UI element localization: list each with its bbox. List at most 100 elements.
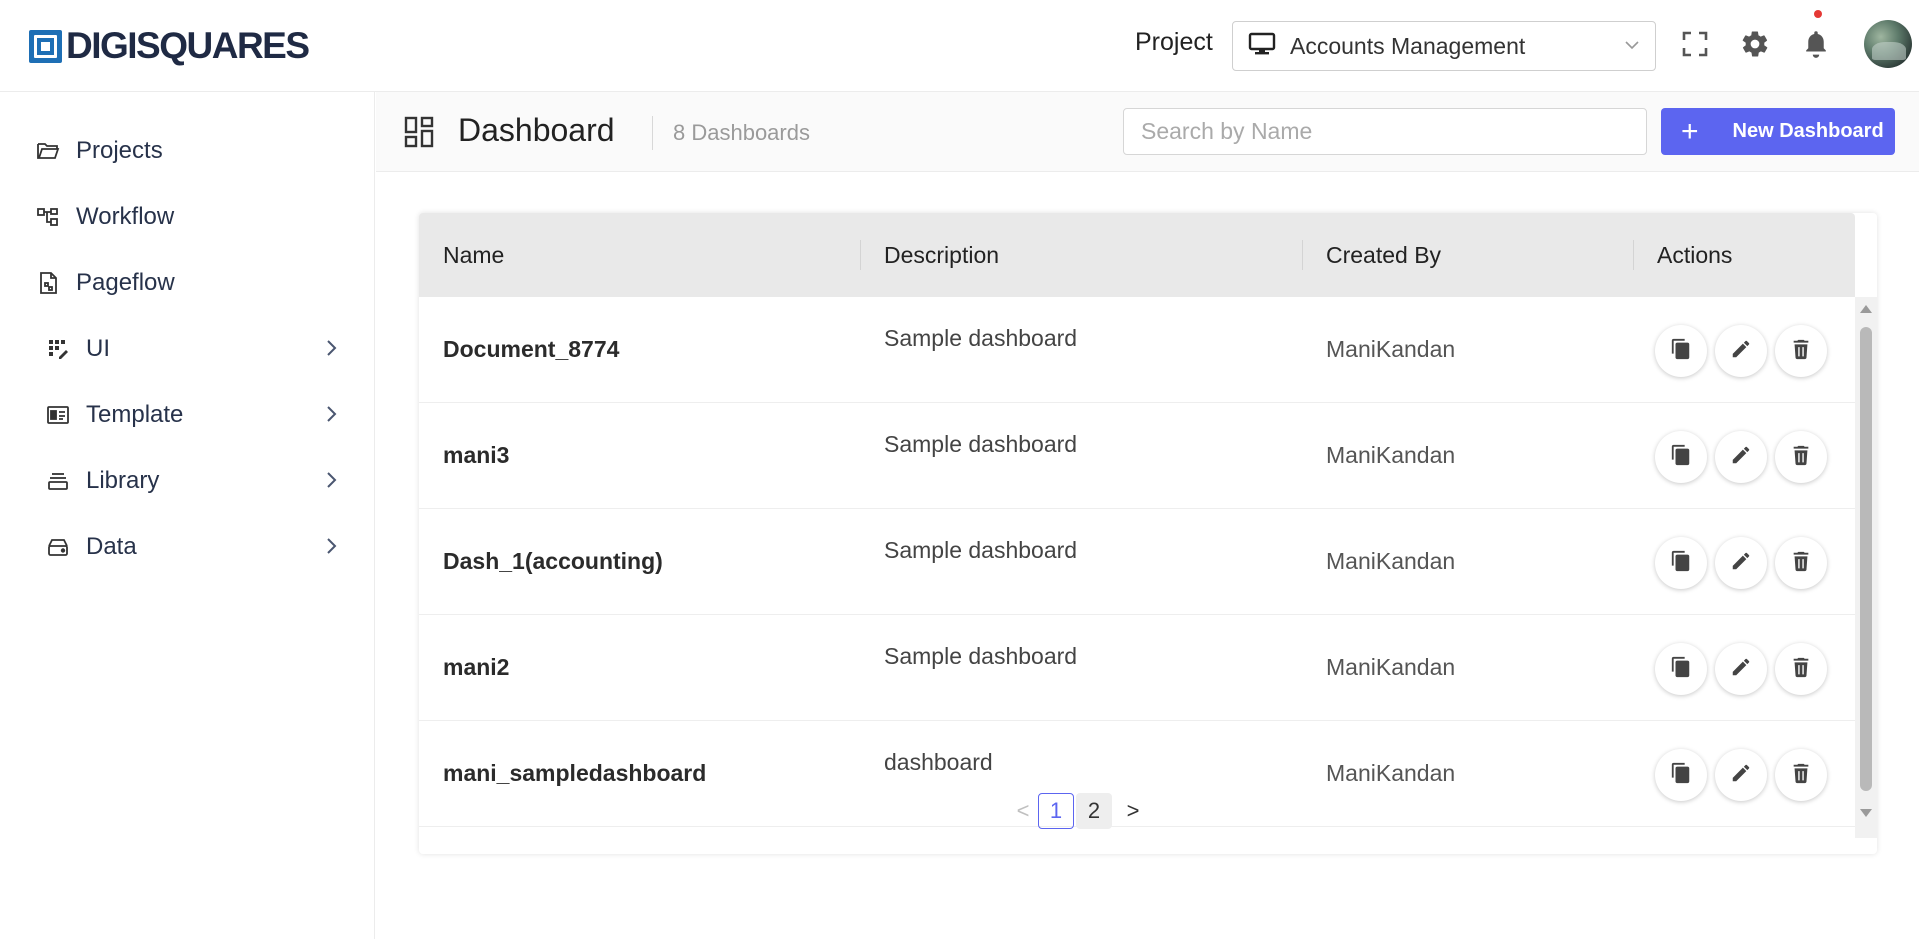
row-name[interactable]: Dash_1(accounting) bbox=[443, 548, 663, 575]
sidebar-item-label: Projects bbox=[76, 137, 163, 164]
table-row[interactable]: mani3 Sample dashboard ManiKandan bbox=[419, 403, 1855, 509]
row-created-by: ManiKandan bbox=[1326, 760, 1456, 786]
sidebar-item-template[interactable]: Template bbox=[36, 395, 338, 435]
sidebar-item-label: Library bbox=[86, 467, 160, 494]
top-header: DIGISQUARES Project Accounts Management bbox=[0, 0, 1919, 92]
copy-button[interactable] bbox=[1655, 749, 1707, 801]
delete-button[interactable] bbox=[1775, 749, 1827, 801]
dashboard-count: 8 Dashboards bbox=[673, 120, 810, 145]
trash-icon bbox=[1790, 762, 1812, 789]
chevron-right-icon bbox=[324, 536, 338, 561]
edit-button[interactable] bbox=[1715, 431, 1767, 483]
pencil-icon bbox=[1730, 656, 1752, 683]
edit-button[interactable] bbox=[1715, 643, 1767, 695]
pencil-icon bbox=[1730, 338, 1752, 365]
copy-button[interactable] bbox=[1655, 431, 1707, 483]
bell-icon[interactable] bbox=[1798, 26, 1834, 62]
scroll-up-arrow-icon[interactable] bbox=[1860, 305, 1872, 313]
row-created-by: ManiKandan bbox=[1326, 442, 1456, 468]
sidebar-item-label: Pageflow bbox=[76, 269, 175, 296]
delete-button[interactable] bbox=[1775, 643, 1827, 695]
copy-icon bbox=[1670, 656, 1692, 683]
column-header-actions: Actions bbox=[1657, 242, 1733, 268]
trash-icon bbox=[1790, 656, 1812, 683]
edit-button[interactable] bbox=[1715, 749, 1767, 801]
delete-button[interactable] bbox=[1775, 431, 1827, 483]
copy-icon bbox=[1670, 338, 1692, 365]
logo-mark-icon bbox=[29, 29, 62, 63]
copy-button[interactable] bbox=[1655, 325, 1707, 377]
chevron-down-icon bbox=[1623, 36, 1641, 59]
sidebar-item-label: UI bbox=[86, 335, 110, 362]
edit-button[interactable] bbox=[1715, 325, 1767, 377]
row-name[interactable]: mani_sampledashboard bbox=[443, 760, 706, 787]
project-label: Project bbox=[1135, 28, 1213, 56]
logo-text: DIGISQUARES bbox=[66, 25, 310, 66]
chevron-right-icon bbox=[324, 404, 338, 429]
page-toolbar: Dashboard 8 Dashboards + New Dashboard bbox=[376, 92, 1919, 172]
new-dashboard-button[interactable]: + New Dashboard bbox=[1661, 108, 1895, 155]
pagination-page-1[interactable]: 1 bbox=[1038, 793, 1074, 829]
table-header: Name Description Created By Actions bbox=[419, 213, 1855, 297]
row-name[interactable]: Document_8774 bbox=[443, 336, 619, 363]
sidebar-item-label: Template bbox=[86, 401, 184, 428]
delete-button[interactable] bbox=[1775, 537, 1827, 589]
sidebar: Projects Workflow Pageflow UI Template L… bbox=[0, 92, 375, 939]
pencil-icon bbox=[1730, 762, 1752, 789]
sidebar-item-label: Data bbox=[86, 533, 137, 560]
column-separator bbox=[1302, 240, 1303, 270]
avatar[interactable] bbox=[1864, 20, 1912, 68]
sidebar-item-workflow[interactable]: Workflow bbox=[36, 197, 336, 237]
app-logo[interactable]: DIGISQUARES bbox=[29, 25, 310, 66]
row-description: Sample dashboard bbox=[884, 537, 1078, 563]
sidebar-item-pageflow[interactable]: Pageflow bbox=[36, 263, 336, 303]
library-icon bbox=[46, 469, 70, 493]
copy-button[interactable] bbox=[1655, 643, 1707, 695]
trash-icon bbox=[1790, 444, 1812, 471]
row-name[interactable]: mani3 bbox=[443, 442, 509, 469]
scroll-down-arrow-icon[interactable] bbox=[1860, 809, 1872, 817]
scrollbar-thumb[interactable] bbox=[1860, 327, 1872, 791]
table-row[interactable]: Document_8774 Sample dashboard ManiKandan bbox=[419, 297, 1855, 403]
dashboard-icon bbox=[404, 116, 434, 153]
row-created-by: ManiKandan bbox=[1326, 654, 1456, 680]
pagination-next-button[interactable]: > bbox=[1119, 798, 1147, 824]
sidebar-item-library[interactable]: Library bbox=[36, 461, 338, 501]
pagination: < 1 2 > bbox=[1009, 793, 1147, 829]
search-input[interactable] bbox=[1123, 108, 1647, 155]
column-header-created-by: Created By bbox=[1326, 242, 1442, 268]
pencil-icon bbox=[1730, 550, 1752, 577]
row-name[interactable]: mani2 bbox=[443, 654, 509, 681]
delete-button[interactable] bbox=[1775, 325, 1827, 377]
table-row[interactable]: mani2 Sample dashboard ManiKandan bbox=[419, 615, 1855, 721]
plus-icon: + bbox=[1681, 114, 1699, 148]
fullscreen-icon[interactable] bbox=[1677, 26, 1713, 62]
pagination-page-2[interactable]: 2 bbox=[1076, 793, 1112, 829]
new-dashboard-label: New Dashboard bbox=[1732, 120, 1884, 142]
row-description: Sample dashboard bbox=[884, 325, 1078, 351]
project-select[interactable]: Accounts Management bbox=[1232, 21, 1656, 71]
pageflow-icon bbox=[36, 271, 60, 295]
table-row[interactable]: Dash_1(accounting) Sample dashboard ManiKa… bbox=[419, 509, 1855, 615]
copy-icon bbox=[1670, 762, 1692, 789]
chevron-right-icon bbox=[324, 470, 338, 495]
dashboard-table: Name Description Created By Actions Docu… bbox=[419, 213, 1877, 854]
folder-icon bbox=[36, 139, 60, 163]
column-separator bbox=[1633, 240, 1634, 270]
column-header-description: Description bbox=[884, 242, 1000, 268]
copy-button[interactable] bbox=[1655, 537, 1707, 589]
sidebar-item-data[interactable]: Data bbox=[36, 527, 338, 567]
pagination-prev-button[interactable]: < bbox=[1009, 798, 1037, 824]
trash-icon bbox=[1790, 338, 1812, 365]
edit-button[interactable] bbox=[1715, 537, 1767, 589]
trash-icon bbox=[1790, 550, 1812, 577]
gear-icon[interactable] bbox=[1737, 26, 1773, 62]
row-description: Sample dashboard bbox=[884, 431, 1078, 457]
monitor-icon bbox=[1248, 32, 1276, 61]
row-created-by: ManiKandan bbox=[1326, 336, 1456, 362]
ui-grid-icon bbox=[46, 337, 70, 361]
sidebar-item-ui[interactable]: UI bbox=[36, 329, 337, 369]
workflow-icon bbox=[36, 205, 60, 229]
page-title: Dashboard bbox=[458, 112, 615, 148]
sidebar-item-projects[interactable]: Projects bbox=[36, 131, 336, 171]
